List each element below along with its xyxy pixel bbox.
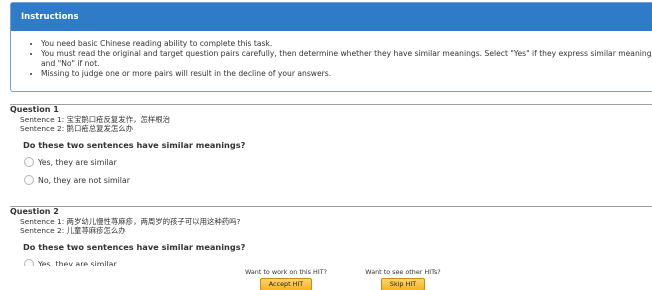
accept-section: Want to work on this HIT? Accept HIT [234,268,338,290]
instruction-item: You must read the original and target qu… [41,49,652,69]
sentence-2: Sentence 2: 鹅口疮总复发怎么办 [20,124,134,133]
instructions-list: You need basic Chinese reading ability t… [11,39,652,79]
skip-hit-button[interactable]: Skip HIT [380,278,426,290]
similarity-prompt: Do these two sentences have similar mean… [23,242,246,252]
similarity-prompt: Do these two sentences have similar mean… [23,140,246,150]
option-yes-similar[interactable]: Yes, they are similar [10,155,652,169]
accept-prompt: Want to work on this HIT? [244,268,328,276]
question-2: Question 2 Sentence 1: 两岁幼儿慢性荨麻疹，两周岁的孩子可… [10,206,652,269]
instruction-item: You need basic Chinese reading ability t… [41,39,652,49]
option-label: No, they are not similar [38,175,130,185]
skip-prompt: Want to see other HITs? [365,268,441,276]
question-1: Question 1 Sentence 1: 宝宝鹅口疮反复发作，怎样根治 Se… [10,104,652,201]
sentence-1: Sentence 1: 宝宝鹅口疮反复发作，怎样根治 [20,115,171,124]
instructions-panel: Instructions You need basic Chinese read… [10,2,652,92]
hit-action-bar: Want to work on this HIT? Accept HIT Wan… [0,266,652,290]
instruction-item: Missing to judge one or more pairs will … [41,69,652,79]
accept-hit-button[interactable]: Accept HIT [259,278,313,290]
sentence-1: Sentence 1: 两岁幼儿慢性荨麻疹，两周岁的孩子可以用这种药吗? [20,217,241,226]
question-title: Question 2 [10,207,59,216]
radio-button[interactable] [24,175,34,185]
radio-button[interactable] [24,157,34,167]
hit-page: Instructions You need basic Chinese read… [0,0,652,290]
sentence-2: Sentence 2: 儿童荨麻疹怎么办 [20,226,126,235]
option-not-similar[interactable]: No, they are not similar [10,173,652,187]
question-title: Question 1 [10,105,59,114]
instructions-title: Instructions [11,3,652,31]
skip-section: Want to see other HITs? Skip HIT [358,268,448,290]
option-label: Yes, they are similar [38,157,117,167]
